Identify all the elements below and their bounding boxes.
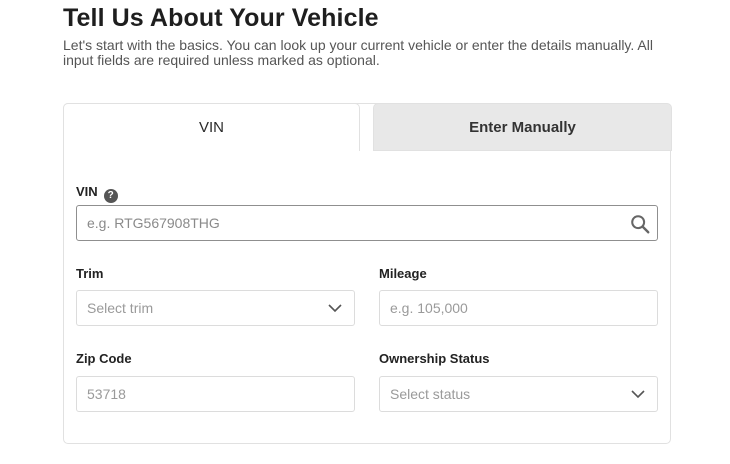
zip-code-label: Zip Code — [76, 351, 132, 366]
tab-enter-manually[interactable]: Enter Manually — [373, 103, 672, 151]
trim-label: Trim — [76, 266, 104, 281]
page-subtitle: Let's start with the basics. You can loo… — [63, 37, 653, 68]
trim-placeholder: Select trim — [87, 300, 154, 316]
vin-label-row: VIN? — [76, 184, 118, 203]
search-icon[interactable] — [629, 213, 651, 235]
trim-select[interactable]: Select trim — [76, 290, 355, 326]
vin-input[interactable]: e.g. RTG567908THG — [76, 205, 658, 241]
zip-code-value: 53718 — [87, 386, 126, 402]
question-circle-icon[interactable]: ? — [103, 188, 118, 203]
ownership-status-select[interactable]: Select status — [379, 376, 658, 412]
mileage-label: Mileage — [379, 266, 427, 281]
page-title: Tell Us About Your Vehicle — [63, 4, 379, 32]
chevron-down-icon — [328, 304, 342, 313]
vin-placeholder: e.g. RTG567908THG — [87, 215, 220, 231]
vehicle-form-card: VIN Enter Manually VIN? e.g. RTG567908TH… — [63, 103, 672, 444]
chevron-down-icon — [631, 390, 645, 399]
mileage-input[interactable]: e.g. 105,000 — [379, 290, 658, 326]
ownership-status-label: Ownership Status — [379, 351, 490, 366]
zip-code-input[interactable]: 53718 — [76, 376, 355, 412]
tab-vin[interactable]: VIN — [63, 103, 360, 151]
ownership-status-placeholder: Select status — [390, 386, 471, 402]
vin-label: VIN — [76, 184, 98, 199]
mileage-placeholder: e.g. 105,000 — [390, 300, 468, 316]
